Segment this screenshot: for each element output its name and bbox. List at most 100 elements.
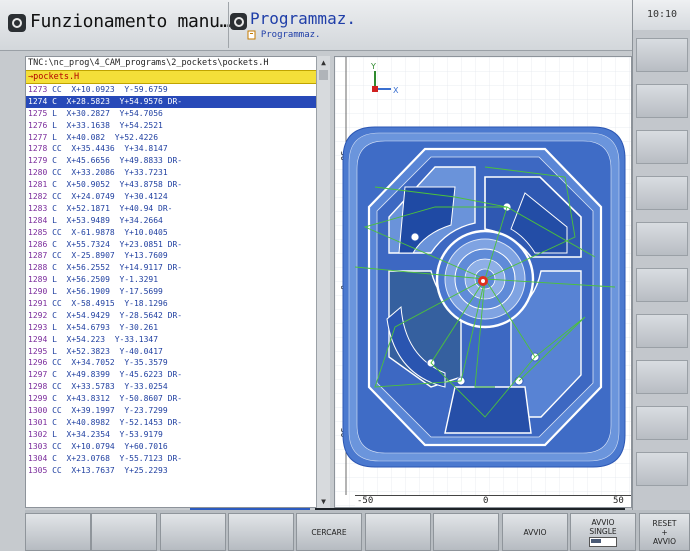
- program-line[interactable]: 1305 CC X+13.7637 Y+25.2293: [26, 465, 329, 477]
- line-number: 1296: [28, 358, 48, 368]
- line-code: L X+52.3823 Y-40.0417: [47, 346, 163, 356]
- line-number: 1290: [28, 287, 48, 297]
- program-line[interactable]: 1293 L X+54.6793 Y-30.261: [26, 322, 329, 334]
- program-line[interactable]: 1294 L X+54.223 Y-33.1347: [26, 334, 329, 346]
- vertical-softkey-2[interactable]: [636, 84, 688, 118]
- line-number: 1299: [28, 394, 48, 404]
- line-number: 1304: [28, 453, 48, 463]
- program-line[interactable]: 1279 C X+45.6656 Y+49.8833 DR-: [26, 155, 329, 167]
- scroll-up-arrow-icon[interactable]: ▲: [317, 56, 330, 69]
- line-number: 1292: [28, 310, 48, 320]
- program-line[interactable]: 1285 CC X-61.9878 Y+10.0405: [26, 227, 329, 239]
- program-line[interactable]: 1280 CC X+33.2086 Y+33.7231: [26, 167, 329, 179]
- softkey-label: AVVIO: [523, 527, 547, 537]
- program-line[interactable]: 1282 CC X+24.0749 Y+30.4124: [26, 191, 329, 203]
- program-line[interactable]: 1290 L X+56.1909 Y-17.5699: [26, 286, 329, 298]
- line-code: CC X+34.7052 Y-35.3579: [47, 358, 168, 368]
- program-line[interactable]: 1275 L X+30.2827 Y+54.7056: [26, 108, 329, 120]
- machine-mode-label[interactable]: Funzionamento manu…: [30, 11, 231, 32]
- program-line[interactable]: 1292 C X+54.9429 Y-28.5642 DR-: [26, 310, 329, 322]
- line-code: L X+33.1638 Y+54.2521: [47, 120, 163, 130]
- line-number: 1278: [28, 144, 48, 154]
- program-line[interactable]: 1286 C X+55.7324 Y+23.0851 DR-: [26, 239, 329, 251]
- program-line[interactable]: 1278 CC X+35.4436 Y+34.8147: [26, 143, 329, 155]
- vertical-softkey-column: 10:10: [632, 0, 690, 513]
- program-listing[interactable]: TNC:\nc_prog\4_CAM_programs\2_pockets\po…: [25, 56, 330, 508]
- scroll-thumb[interactable]: [319, 70, 328, 80]
- softkey-5[interactable]: CERCARE: [296, 513, 362, 551]
- vertical-softkey-3[interactable]: [636, 130, 688, 164]
- softkey-3[interactable]: [160, 513, 226, 551]
- vertical-softkey-5[interactable]: [636, 222, 688, 256]
- program-line[interactable]: 1302 L X+34.2354 Y-53.9179: [26, 429, 329, 441]
- line-code: L X+56.1909 Y-17.5699: [47, 287, 163, 297]
- program-line[interactable]: 1299 C X+43.8312 Y-50.8607 DR-: [26, 393, 329, 405]
- line-number: 1302: [28, 429, 48, 439]
- program-line[interactable]: 1281 C X+50.9052 Y+43.8758 DR-: [26, 179, 329, 191]
- clock: 10:10: [633, 0, 690, 30]
- graphics-simulation[interactable]: Y X 50 0 -50: [334, 56, 632, 508]
- line-number: 1280: [28, 168, 48, 178]
- scroll-down-arrow-icon[interactable]: ▼: [317, 495, 330, 508]
- softkey-9[interactable]: AVVIO SINGLE: [570, 513, 636, 551]
- program-mode-icon[interactable]: [230, 13, 247, 30]
- program-mode-label[interactable]: Programmaz.: [250, 9, 356, 28]
- vertical-softkey-8[interactable]: [636, 360, 688, 394]
- line-code: L X+56.2509 Y-1.3291: [47, 275, 159, 285]
- program-line[interactable]: 1289 L X+56.2509 Y-1.3291: [26, 274, 329, 286]
- vertical-softkey-10[interactable]: [636, 452, 688, 486]
- line-number: 1295: [28, 346, 48, 356]
- vertical-softkey-4[interactable]: [636, 176, 688, 210]
- softkey-8[interactable]: AVVIO: [502, 513, 568, 551]
- program-line[interactable]: 1304 C X+23.0768 Y-55.7123 DR-: [26, 453, 329, 465]
- softkey-6[interactable]: [365, 513, 431, 551]
- line-number: 1297: [28, 370, 48, 380]
- line-number: 1287: [28, 251, 48, 261]
- line-code: L X+54.223 Y-33.1347: [47, 334, 159, 344]
- line-code: C X+50.9052 Y+43.8758 DR-: [47, 180, 183, 190]
- softkey-4[interactable]: [228, 513, 294, 551]
- axis-y-label: Y: [370, 62, 376, 71]
- program-line[interactable]: 1297 C X+49.8399 Y-45.6223 DR-: [26, 369, 329, 381]
- softkey-7[interactable]: [433, 513, 499, 551]
- program-line[interactable]: 1291 CC X-58.4915 Y-18.1296: [26, 298, 329, 310]
- single-block-switch-icon: [589, 536, 617, 547]
- program-line[interactable]: 1303 CC X+10.0794 Y+60.7016: [26, 441, 329, 453]
- line-number: 1284: [28, 215, 48, 225]
- line-number: 1275: [28, 108, 48, 118]
- line-code: CC X+33.2086 Y+33.7231: [47, 168, 168, 178]
- machine-mode-icon[interactable]: [8, 14, 26, 32]
- softkey-2[interactable]: [91, 513, 157, 551]
- vertical-softkey-9[interactable]: [636, 406, 688, 440]
- program-line[interactable]: 1276 L X+33.1638 Y+54.2521: [26, 120, 329, 132]
- vertical-softkey-7[interactable]: [636, 314, 688, 348]
- line-code: C X+43.8312 Y-50.8607 DR-: [47, 394, 183, 404]
- program-line[interactable]: 1273 CC X+10.0923 Y-59.6759: [26, 84, 329, 96]
- vertical-softkey-6[interactable]: [636, 268, 688, 302]
- softkey-10[interactable]: RESET + AVVIO: [639, 513, 690, 551]
- line-number: 1277: [28, 132, 48, 142]
- mode-divider: [228, 2, 229, 48]
- program-line[interactable]: 1301 C X+40.8982 Y-52.1453 DR-: [26, 417, 329, 429]
- program-line[interactable]: 1296 CC X+34.7052 Y-35.3579: [26, 357, 329, 369]
- program-scrollbar[interactable]: ▲ ▼: [316, 56, 330, 508]
- program-line[interactable]: 1298 CC X+33.5783 Y-33.0254: [26, 381, 329, 393]
- vertical-softkey-1[interactable]: [636, 38, 688, 72]
- softkey-1[interactable]: [25, 513, 91, 551]
- line-number: 1276: [28, 120, 48, 130]
- line-code: CC X+24.0749 Y+30.4124: [47, 192, 168, 202]
- program-line[interactable]: 1277 L X+40.082 Y+52.4226: [26, 132, 329, 144]
- line-code: CC X+13.7637 Y+25.2293: [47, 465, 168, 475]
- program-line[interactable]: 1284 L X+53.9489 Y+34.2664: [26, 215, 329, 227]
- program-line[interactable]: 1274 C X+28.5823 Y+54.9576 DR-: [26, 95, 329, 108]
- program-line[interactable]: 1283 C X+52.1871 Y+40.94 DR-: [26, 203, 329, 215]
- line-code: C X+52.1871 Y+40.94 DR-: [47, 203, 173, 213]
- program-line[interactable]: 1300 CC X+39.1997 Y-23.7299: [26, 405, 329, 417]
- line-code: CC X-25.8907 Y+13.7609: [47, 251, 168, 261]
- line-code: L X+54.6793 Y-30.261: [47, 322, 159, 332]
- program-line[interactable]: 1288 C X+56.2552 Y+14.9117 DR-: [26, 262, 329, 274]
- x-ruler-mid: 0: [483, 496, 489, 506]
- program-line[interactable]: 1287 CC X-25.8907 Y+13.7609: [26, 250, 329, 262]
- program-path: TNC:\nc_prog\4_CAM_programs\2_pockets\po…: [26, 57, 329, 70]
- program-line[interactable]: 1295 L X+52.3823 Y-40.0417: [26, 346, 329, 358]
